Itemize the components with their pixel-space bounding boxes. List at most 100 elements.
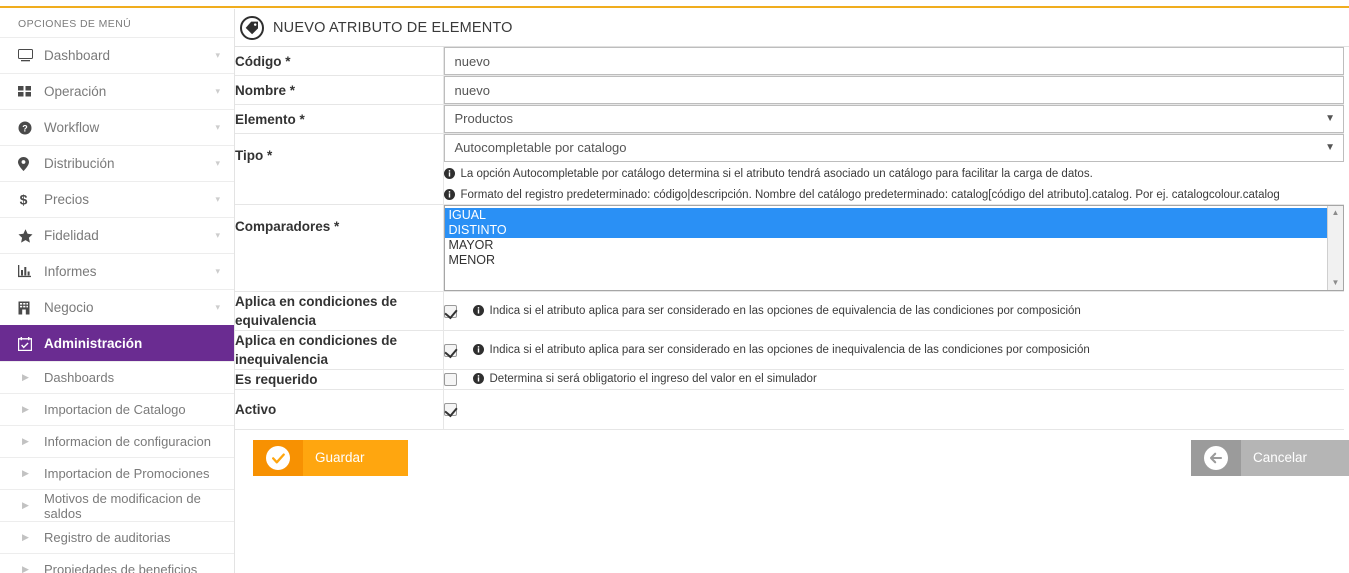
elemento-select[interactable]: Productos ▼ [444,105,1345,133]
elemento-field-cell: Productos ▼ [443,105,1344,134]
sidebar-subitem-label: Registro de auditorias [44,530,170,545]
listbox-option[interactable]: MAYOR [445,238,1344,253]
activo-field-cell [443,390,1344,430]
required-mark: * [282,54,291,69]
inequivalencia-hint: Indica si el atributo aplica para ser co… [473,342,1090,359]
sidebar-item-label: Precios [40,192,215,207]
codigo-input[interactable] [444,47,1345,75]
form-actions: Guardar Cancelar [235,430,1349,500]
requerido-label-cell: Es requerido [235,370,443,390]
scroll-down-icon[interactable]: ▼ [1332,279,1340,287]
requerido-checkbox[interactable] [444,373,457,386]
sidebar-item-label: Operación [40,84,215,99]
inequivalencia-checkbox[interactable] [444,344,457,357]
listbox-option[interactable]: DISTINTO [445,223,1344,238]
chevron-down-icon: ▼ [1325,106,1335,132]
elemento-label-cell: Elemento * [235,105,443,134]
chevron-down-icon: ▼ [1325,135,1335,161]
info-icon [444,189,457,202]
sidebar-subitem-label: Propiedades de beneficios [44,562,197,573]
star-icon [18,229,40,243]
chevron-down-icon: ▾ [215,266,222,277]
calendar-check-icon [18,337,40,351]
save-button[interactable]: Guardar [253,440,408,476]
check-circle-icon [253,440,303,476]
sidebar-item-administracion[interactable]: Administración [0,325,234,361]
save-button-label: Guardar [303,440,389,476]
info-icon [473,373,486,386]
chevron-down-icon: ▾ [215,230,222,241]
inequivalencia-hint-text: Indica si el atributo aplica para ser co… [490,342,1090,359]
chevron-down-icon: ▾ [215,194,222,205]
main-content: NUEVO ATRIBUTO DE ELEMENTO Código * Nomb… [235,9,1349,573]
attribute-form: Código * Nombre * Elemento * [235,47,1344,430]
sidebar-item-fidelidad[interactable]: Fidelidad ▾ [0,217,234,253]
sidebar-item-operacion[interactable]: Operación ▾ [0,73,234,109]
required-mark: * [286,83,295,98]
sidebar-item-label: Distribución [40,156,215,171]
nombre-label-cell: Nombre * [235,76,443,105]
nombre-input[interactable] [444,76,1345,104]
building-icon [18,301,40,315]
sidebar-subitem-dashboards[interactable]: ▶ Dashboards [0,361,234,393]
sidebar-subitem-registro-de-auditorias[interactable]: ▶ Registro de auditorias [0,521,234,553]
form-row-comparadores: Comparadores * IGUAL DISTINTO MAYOR MENO… [235,205,1344,292]
chevron-right-icon: ▶ [22,564,44,573]
sidebar-subitem-propiedades-de-beneficios[interactable]: ▶ Propiedades de beneficios [0,553,234,573]
sidebar-item-distribucion[interactable]: Distribución ▾ [0,145,234,181]
tipo-label: Tipo [235,148,263,163]
grid-icon [18,85,40,98]
form-row-tipo: Tipo * Autocompletable por catalogo ▼ La… [235,134,1344,205]
form-row-inequivalencia: Aplica en condiciones de inequivalencia … [235,331,1344,370]
codigo-label-cell: Código * [235,47,443,76]
form-row-equivalencia: Aplica en condiciones de equivalencia In… [235,292,1344,331]
form-row-nombre: Nombre * [235,76,1344,105]
comparadores-label: Comparadores [235,219,330,234]
requerido-hint-text: Determina si será obligatorio el ingreso… [490,371,817,388]
sidebar-subitem-importacion-de-promociones[interactable]: ▶ Importacion de Promociones [0,457,234,489]
sidebar-item-negocio[interactable]: Negocio ▾ [0,289,234,325]
top-accent-bar [0,6,1349,8]
sidebar-item-precios[interactable]: $ Precios ▾ [0,181,234,217]
listbox-option[interactable]: MENOR [445,253,1344,268]
comparadores-listbox[interactable]: IGUAL DISTINTO MAYOR MENOR ▲ ▼ [444,205,1345,291]
chevron-down-icon: ▾ [215,86,222,97]
sidebar-title: OPCIONES DE MENÚ [0,9,234,37]
monitor-icon [18,49,40,62]
activo-checkbox[interactable] [444,403,457,416]
sidebar-item-dashboard[interactable]: Dashboard ▾ [0,37,234,73]
cancel-button-label: Cancelar [1241,440,1331,476]
bar-chart-icon [18,265,40,278]
sidebar-subitem-motivos-de-modificacion-de-saldos[interactable]: ▶ Motivos de modificacion de saldos [0,489,234,521]
scroll-up-icon[interactable]: ▲ [1332,209,1340,217]
chevron-right-icon: ▶ [22,436,44,447]
sidebar-subitem-label: Dashboards [44,370,114,385]
sidebar-item-workflow[interactable]: ? Workflow ▾ [0,109,234,145]
sidebar-item-label: Fidelidad [40,228,215,243]
codigo-field-cell [443,47,1344,76]
sidebar-subitem-importacion-de-catalogo[interactable]: ▶ Importacion de Catalogo [0,393,234,425]
chevron-right-icon: ▶ [22,404,44,415]
cancel-button[interactable]: Cancelar [1191,440,1349,476]
codigo-label: Código [235,54,282,69]
info-icon [444,168,457,181]
inequivalencia-label-cell: Aplica en condiciones de inequivalencia [235,331,443,370]
tipo-selected-value: Autocompletable por catalogo [455,140,627,155]
sidebar-subitem-label: Informacion de configuracion [44,434,211,449]
equivalencia-checkbox[interactable] [444,305,457,318]
listbox-option[interactable]: IGUAL [445,208,1344,223]
listbox-scrollbar[interactable]: ▲ ▼ [1327,206,1343,290]
page-header: NUEVO ATRIBUTO DE ELEMENTO [235,9,1349,47]
question-icon: ? [18,121,40,135]
form-row-elemento: Elemento * Productos ▼ [235,105,1344,134]
equivalencia-field-cell: Indica si el atributo aplica para ser co… [443,292,1344,331]
nombre-field-cell [443,76,1344,105]
elemento-label: Elemento [235,112,296,127]
form-row-requerido: Es requerido Determina si será obligator… [235,370,1344,390]
chevron-right-icon: ▶ [22,532,44,543]
sidebar-item-informes[interactable]: Informes ▾ [0,253,234,289]
chevron-down-icon: ▾ [215,122,222,133]
tipo-select[interactable]: Autocompletable por catalogo ▼ [444,134,1345,162]
app-root: OPCIONES DE MENÚ Dashboard ▾ Operación ▾… [0,0,1349,573]
sidebar-subitem-informacion-de-configuracion[interactable]: ▶ Informacion de configuracion [0,425,234,457]
